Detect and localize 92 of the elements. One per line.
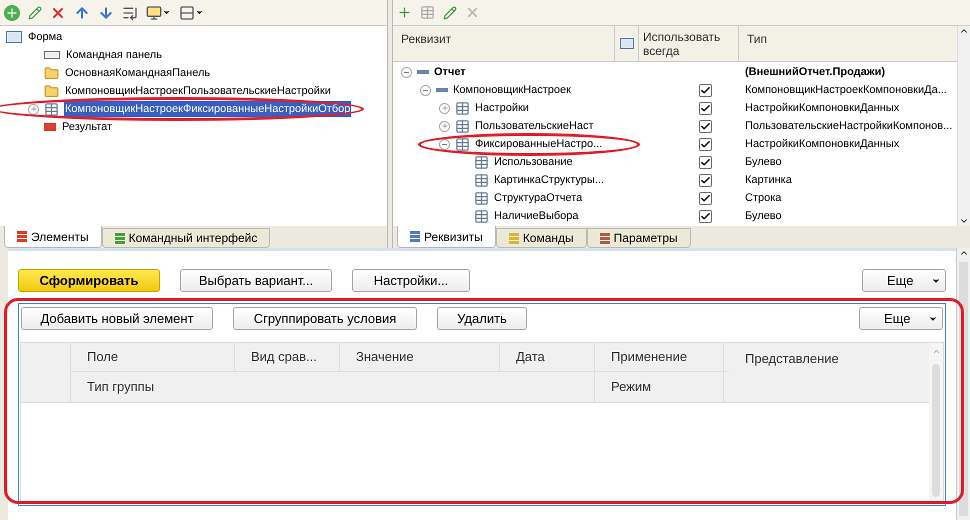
field-icon — [44, 123, 56, 131]
checkbox[interactable] — [698, 138, 712, 150]
attribute-name[interactable]: СтруктураОтчета — [494, 190, 582, 206]
add-icon[interactable] — [4, 4, 20, 20]
type-text: КомпоновщикНастроекКомпоновкиДа... — [744, 82, 947, 98]
tree-item[interactable]: Результат — [61, 118, 114, 136]
attribute-name[interactable]: Настройки — [475, 100, 529, 116]
attribute-name[interactable]: КартинкаСтруктуры... — [494, 172, 604, 188]
attribute-icon — [417, 70, 429, 74]
collapse-toggle[interactable] — [401, 66, 412, 78]
table-icon — [44, 102, 59, 116]
type-text: ПользовательскиеНастройкиКомпонов... — [744, 118, 952, 134]
type-text: (ВнешнийОтчет.Продажи) — [744, 64, 886, 80]
tree-item[interactable]: КомпоновщикНастроекПользовательскиеНастройки — [64, 82, 332, 100]
attribute-name[interactable]: Использование — [494, 154, 573, 170]
panel-tab[interactable]: Командный интерфейс — [102, 228, 270, 248]
table-icon — [474, 208, 489, 224]
panel-tab[interactable]: Команды — [496, 228, 587, 248]
column-header[interactable]: Представление — [729, 343, 929, 402]
edit-icon[interactable] — [28, 6, 42, 20]
collapse-toggle[interactable] — [420, 84, 431, 96]
column-header[interactable]: Тип — [739, 26, 957, 61]
form-icon — [6, 31, 22, 43]
table-icon — [455, 136, 470, 152]
table-icon — [455, 118, 470, 134]
folder-icon — [44, 66, 59, 80]
command-bar-icon — [44, 51, 60, 59]
column-header[interactable]: Использовать всегда — [639, 26, 739, 61]
collapse-toggle[interactable] — [439, 138, 450, 150]
move-down-icon[interactable] — [98, 4, 114, 20]
tree-item[interactable]: ОсновнаяКоманднаяПанель — [64, 64, 212, 82]
type-text: Строка — [744, 190, 782, 206]
command-button[interactable]: Удалить — [437, 307, 527, 330]
checkbox[interactable] — [698, 174, 712, 186]
add-attribute-icon[interactable] — [397, 5, 412, 20]
type-text: НастройкиКомпоновкиДанных — [744, 100, 900, 116]
attribute-name[interactable]: Отчет — [434, 64, 466, 80]
panel-tab[interactable]: Параметры — [586, 228, 691, 248]
type-text: Булево — [744, 154, 782, 170]
table-icon — [474, 172, 489, 188]
type-text: Булево — [744, 208, 782, 224]
attribute-name[interactable]: ФиксированныеНастро... — [475, 136, 602, 152]
column-header[interactable]: Значение — [340, 343, 500, 371]
move-up-icon[interactable] — [74, 4, 90, 20]
panel-tab[interactable]: Элементы — [4, 226, 102, 248]
attribute-name[interactable]: КомпоновщикНастроек — [453, 82, 571, 98]
checkbox[interactable] — [698, 84, 712, 96]
table-icon — [474, 154, 489, 170]
column-header[interactable]: Поле — [71, 343, 235, 371]
delete-icon — [465, 5, 480, 20]
generate-button[interactable]: Сформировать — [18, 269, 160, 292]
edit-icon[interactable] — [443, 6, 457, 20]
attribute-name[interactable]: НаличиеВыбора — [494, 208, 579, 224]
scrollbar[interactable] — [929, 343, 943, 501]
column-header[interactable]: Вид срав... — [235, 343, 340, 371]
column-header[interactable]: Применение — [595, 343, 724, 371]
table-icon — [474, 190, 489, 206]
column-header[interactable]: Реквизит — [393, 26, 615, 61]
list-icon[interactable] — [122, 4, 138, 20]
expand-toggle[interactable] — [28, 104, 39, 114]
checkbox[interactable] — [698, 102, 712, 114]
command-button[interactable]: Выбрать вариант... — [180, 269, 332, 292]
table-icon — [420, 5, 435, 20]
tree-item[interactable]: Командная панель — [65, 46, 163, 64]
column-header[interactable]: Режим — [595, 372, 724, 402]
type-text: НастройкиКомпоновкиДанных — [744, 136, 900, 152]
attribute-name[interactable]: ПользовательскиеНаст — [475, 118, 594, 134]
layout-icon[interactable] — [179, 4, 204, 20]
column-header[interactable]: Тип группы — [71, 372, 595, 402]
checkbox[interactable] — [698, 210, 712, 222]
stack-icon — [17, 231, 27, 242]
type-text: Картинка — [744, 172, 792, 188]
monitor-icon[interactable] — [146, 4, 171, 20]
folder-icon — [44, 84, 59, 98]
more-button[interactable]: Еще — [859, 307, 943, 330]
expand-toggle[interactable] — [439, 120, 450, 132]
tree-item[interactable]: Форма — [27, 28, 64, 46]
stack-icon — [114, 232, 125, 244]
table-icon — [455, 100, 470, 116]
scrollbar[interactable] — [957, 26, 970, 226]
command-button[interactable]: Настройки... — [352, 269, 470, 292]
checkbox[interactable] — [698, 120, 712, 132]
attribute-icon — [436, 88, 448, 92]
panel-tab[interactable]: Реквизиты — [397, 226, 496, 248]
checkbox[interactable] — [698, 156, 712, 168]
command-button[interactable]: Добавить новый элемент — [21, 307, 213, 330]
column-header[interactable]: Дата — [500, 343, 595, 371]
more-button[interactable]: Еще — [862, 269, 946, 292]
expand-toggle[interactable] — [439, 102, 450, 114]
checkbox[interactable] — [698, 192, 712, 204]
command-button[interactable]: Сгруппировать условия — [233, 307, 417, 330]
tree-item[interactable]: КомпоновщикНастроекФиксированныеНастройкиОтбор — [64, 100, 352, 118]
